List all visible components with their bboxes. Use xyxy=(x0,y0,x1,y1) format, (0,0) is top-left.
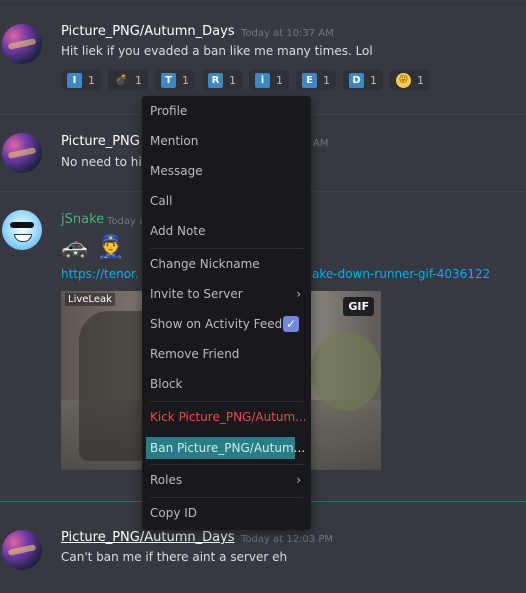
message-author[interactable]: jSnake xyxy=(61,212,104,227)
gif-tree xyxy=(311,331,381,411)
reaction-count: 1 xyxy=(276,73,283,87)
reaction-count: 1 xyxy=(323,73,330,87)
menu-item-label: Invite to Server xyxy=(150,287,243,301)
reaction-regional-e[interactable]: E 1 xyxy=(296,70,336,90)
menu-item-label: Roles xyxy=(150,473,183,487)
menu-item-message[interactable]: Message xyxy=(146,160,307,182)
regional-e-icon: E xyxy=(302,72,317,88)
avatar[interactable] xyxy=(2,133,42,173)
gif-link-start[interactable]: https://tenor. xyxy=(61,267,139,281)
message-author[interactable]: Picture_PNG/Autumn_Days xyxy=(61,530,235,545)
reaction-regional-t[interactable]: T 1 xyxy=(155,70,195,90)
reaction-regional-i[interactable]: I 1 xyxy=(61,70,101,90)
message-author[interactable]: Picture_PNG/Autumn_Days xyxy=(61,24,235,39)
menu-separator xyxy=(150,401,303,402)
avatar[interactable] xyxy=(2,24,42,64)
smile-icon xyxy=(14,234,32,242)
information-icon: i xyxy=(255,72,270,88)
regional-r-icon: R xyxy=(208,72,223,88)
regional-t-icon: T xyxy=(161,72,176,88)
menu-item-kick[interactable]: Kick Picture_PNG/Autum... xyxy=(146,406,307,428)
message-text: Hit liek if you evaded a ban like me man… xyxy=(61,44,373,58)
message-timestamp: Today a xyxy=(107,216,146,227)
menu-item-copy-id[interactable]: Copy ID xyxy=(146,502,307,524)
menu-item-remove-friend[interactable]: Remove Friend xyxy=(146,343,307,365)
reaction-bomb[interactable]: 💣 1 xyxy=(108,70,148,90)
police-officer-icon: 👮 xyxy=(97,235,125,260)
menu-item-invite-to-server[interactable]: Invite to Server › xyxy=(146,283,307,305)
gif-badge: GIF xyxy=(343,297,374,316)
message-timestamp: Today at 10:37 AM xyxy=(241,28,334,39)
menu-item-show-on-activity-feed[interactable]: Show on Activity Feed ✓ xyxy=(146,313,307,335)
menu-item-block[interactable]: Block xyxy=(146,373,307,395)
reaction-count: 1 xyxy=(229,73,236,87)
menu-item-profile[interactable]: Profile xyxy=(146,100,307,122)
bomb-icon: 💣 xyxy=(115,74,128,86)
reaction-count: 1 xyxy=(370,73,377,87)
menu-item-ban[interactable]: Ban Picture_PNG/Autum... xyxy=(146,437,305,459)
message-timestamp: Today at 12:03 PM xyxy=(241,534,333,545)
reaction-tongue-face[interactable]: 😛 1 xyxy=(390,70,430,90)
reaction-count: 1 xyxy=(88,73,95,87)
message-timestamp: AM xyxy=(313,138,329,149)
sunglasses-icon xyxy=(10,222,34,228)
message-text: No need to hic xyxy=(61,155,149,169)
message-author[interactable]: Picture_PNG xyxy=(61,134,140,149)
reaction-regional-r[interactable]: R 1 xyxy=(202,70,242,90)
menu-item-mention[interactable]: Mention xyxy=(146,130,307,152)
reaction-bar: I 1 💣 1 T 1 R 1 i 1 E 1 D 1 😛 1 xyxy=(61,70,430,90)
chevron-right-icon: › xyxy=(296,287,301,301)
menu-item-label: Show on Activity Feed xyxy=(150,317,283,331)
menu-separator xyxy=(150,248,303,249)
chevron-right-icon: › xyxy=(296,473,301,487)
police-car-icon: 🚓 xyxy=(61,235,89,260)
reaction-regional-d[interactable]: D 1 xyxy=(343,70,383,90)
regional-d-icon: D xyxy=(349,72,364,88)
message-text: Can't ban me if there aint a server eh xyxy=(61,550,288,564)
reaction-count: 1 xyxy=(417,73,424,87)
liveleak-watermark: LiveLeak xyxy=(65,293,115,306)
menu-item-call[interactable]: Call xyxy=(146,190,307,212)
checkbox-checked-icon[interactable]: ✓ xyxy=(283,316,299,332)
avatar[interactable] xyxy=(2,530,42,570)
reaction-count: 1 xyxy=(182,73,189,87)
user-context-menu: Profile Mention Message Call Add Note Ch… xyxy=(142,96,311,530)
reaction-information[interactable]: i 1 xyxy=(249,70,289,90)
gif-link-end[interactable]: ake-down-runner-gif-4036122 xyxy=(312,267,490,281)
menu-item-add-note[interactable]: Add Note xyxy=(146,220,307,242)
regional-i-icon: I xyxy=(67,72,82,88)
menu-item-roles[interactable]: Roles › xyxy=(146,469,307,491)
tongue-face-icon: 😛 xyxy=(396,72,411,88)
avatar[interactable] xyxy=(2,210,42,250)
top-divider xyxy=(0,3,526,4)
reaction-count: 1 xyxy=(135,73,142,87)
menu-separator xyxy=(150,497,303,498)
menu-item-change-nickname[interactable]: Change Nickname xyxy=(146,253,307,275)
menu-separator xyxy=(150,464,303,465)
